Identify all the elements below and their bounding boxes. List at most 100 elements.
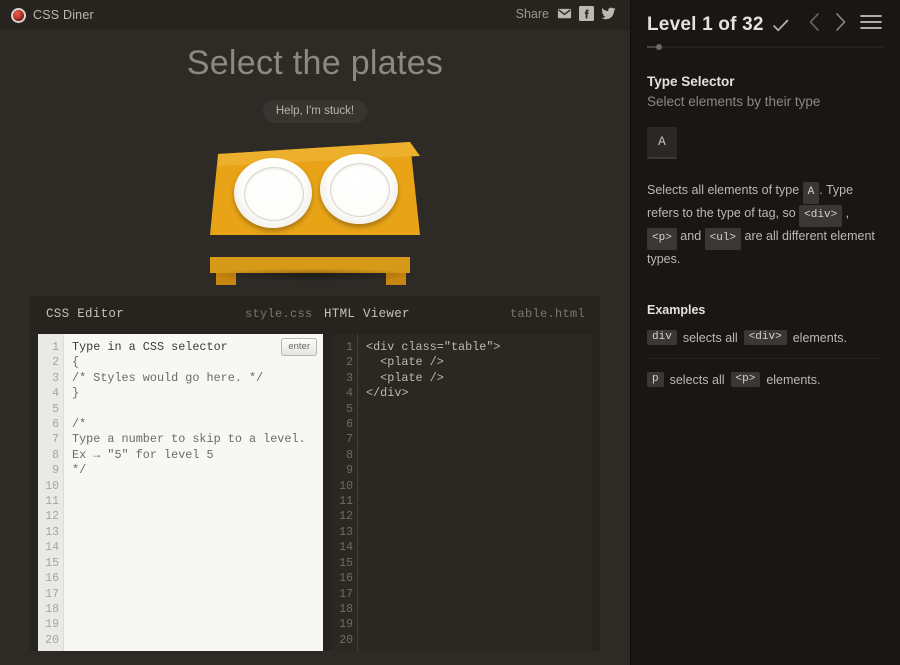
sidebar-body: Type Selector Select elements by their t… xyxy=(631,48,900,400)
line-number: 20 xyxy=(332,633,357,648)
line-number: 10 xyxy=(332,479,357,494)
line-number: 2 xyxy=(332,355,357,370)
nav-icons xyxy=(808,12,882,32)
plate-2[interactable] xyxy=(320,154,398,224)
line-number: 18 xyxy=(38,602,63,617)
plate-1[interactable] xyxy=(234,158,312,228)
line-number: 6 xyxy=(38,417,63,432)
css-code-line xyxy=(72,402,323,417)
help-button[interactable]: Help, I'm stuck! xyxy=(263,100,367,123)
line-number: 2 xyxy=(38,355,63,370)
chip-ul: <ul> xyxy=(705,228,741,250)
line-number: 3 xyxy=(38,371,63,386)
level-indicator: Level 1 of 32 xyxy=(647,14,764,36)
app-title: CSS Diner xyxy=(33,8,94,22)
example-row: pselects all<p>elements. xyxy=(647,358,882,400)
chevron-right-icon[interactable] xyxy=(834,12,847,32)
chip-div: <div> xyxy=(799,205,842,227)
css-editor-title: CSS Editor xyxy=(46,307,124,321)
share-group: Share xyxy=(516,6,616,21)
css-code-line: Type a number to skip to a level. xyxy=(72,432,323,447)
css-line-numbers: 1234567891011121314151617181920 xyxy=(38,334,64,651)
line-number: 17 xyxy=(332,587,357,602)
share-label: Share xyxy=(516,7,549,21)
css-diner-app: CSS Diner Share Select the plates Help, … xyxy=(0,0,900,665)
hamburger-menu-icon[interactable] xyxy=(860,13,882,31)
line-number: 9 xyxy=(332,463,357,478)
example-text-before: selects all xyxy=(683,331,738,345)
line-number: 12 xyxy=(38,509,63,524)
line-number: 8 xyxy=(38,448,63,463)
line-number: 16 xyxy=(332,571,357,586)
line-number: 15 xyxy=(38,556,63,571)
level-progress-fill xyxy=(647,46,656,48)
css-editor-pane[interactable]: 1234567891011121314151617181920 enter Ty… xyxy=(38,334,323,651)
page-title: Select the plates xyxy=(0,44,630,83)
line-number: 3 xyxy=(332,371,357,386)
line-number: 11 xyxy=(38,494,63,509)
css-code-line: /* xyxy=(72,417,323,432)
desc-part-1: Selects all elements of type xyxy=(647,183,803,197)
selector-subtitle: Select elements by their type xyxy=(647,94,882,109)
examples-list: div selects all <div> elements. p selects all… xyxy=(647,317,882,400)
css-code-area[interactable]: enter Type in a CSS selector{/* Styles w… xyxy=(64,334,323,651)
examples-title: Examples xyxy=(647,303,882,317)
line-number: 12 xyxy=(332,509,357,524)
example-row: div selects all <div> elements. xyxy=(647,317,882,358)
diner-table xyxy=(210,140,420,285)
html-line-numbers: 1234567891011121314151617181920 xyxy=(332,334,358,651)
example-text-after: elements. xyxy=(793,331,847,345)
css-code-line: /* Styles would go here. */ xyxy=(72,371,323,386)
editor-panes: 1234567891011121314151617181920 enter Ty… xyxy=(30,334,600,651)
twitter-icon[interactable] xyxy=(601,6,616,21)
mail-icon[interactable] xyxy=(557,6,572,21)
example-tag-chip: <p> xyxy=(731,372,761,387)
line-number: 11 xyxy=(332,494,357,509)
top-bar: CSS Diner Share xyxy=(0,0,630,30)
line-number: 7 xyxy=(332,432,357,447)
example-selector-chip: div xyxy=(647,330,677,345)
line-number: 6 xyxy=(332,417,357,432)
line-number: 8 xyxy=(332,448,357,463)
line-number: 9 xyxy=(38,463,63,478)
css-code-line: */ xyxy=(72,463,323,478)
editor-header: CSS Editor style.css HTML Viewer table.h… xyxy=(30,296,600,334)
line-number: 10 xyxy=(38,479,63,494)
html-code-area: <div class="table"> <plate /> <plate /><… xyxy=(358,334,592,651)
line-number: 5 xyxy=(332,402,357,417)
line-number: 19 xyxy=(38,617,63,632)
html-viewer-title: HTML Viewer xyxy=(324,307,410,321)
html-code-line: <div class="table"> xyxy=(366,340,592,355)
level-progress-dot xyxy=(656,44,662,50)
chevron-left-icon[interactable] xyxy=(808,12,821,32)
example-text-after: elements. xyxy=(766,373,820,387)
example-tag-chip: <div> xyxy=(744,330,787,345)
line-number: 19 xyxy=(332,617,357,632)
checkmark-icon xyxy=(772,17,789,34)
line-number: 13 xyxy=(332,525,357,540)
red-circle-logo-icon xyxy=(11,8,26,23)
line-number: 7 xyxy=(38,432,63,447)
line-number: 16 xyxy=(38,571,63,586)
level-progress-bar xyxy=(647,46,884,48)
line-number: 4 xyxy=(38,386,63,401)
chip-type-a: A xyxy=(803,182,820,204)
css-filename: style.css xyxy=(245,307,313,321)
html-viewer-pane: 1234567891011121314151617181920 <div cla… xyxy=(332,334,592,651)
selector-title: Type Selector xyxy=(647,74,882,89)
desc-part-4: and xyxy=(677,229,705,243)
table-scene xyxy=(0,140,630,285)
example-selector-chip: p xyxy=(647,372,664,387)
sidebar: Level 1 of 32 Type Selector S xyxy=(630,0,900,665)
table-shadow xyxy=(208,268,418,282)
selector-syntax-box: A xyxy=(647,127,677,159)
line-number: 17 xyxy=(38,587,63,602)
line-number: 14 xyxy=(38,540,63,555)
app-logo[interactable]: CSS Diner xyxy=(11,8,94,23)
editor-area: CSS Editor style.css HTML Viewer table.h… xyxy=(30,296,600,651)
css-code-line: Ex → "5" for level 5 xyxy=(72,448,323,463)
enter-button[interactable]: enter xyxy=(281,338,317,356)
main-area: CSS Diner Share Select the plates Help, … xyxy=(0,0,630,665)
facebook-icon[interactable] xyxy=(579,6,594,21)
html-code-line: <plate /> xyxy=(366,355,592,370)
